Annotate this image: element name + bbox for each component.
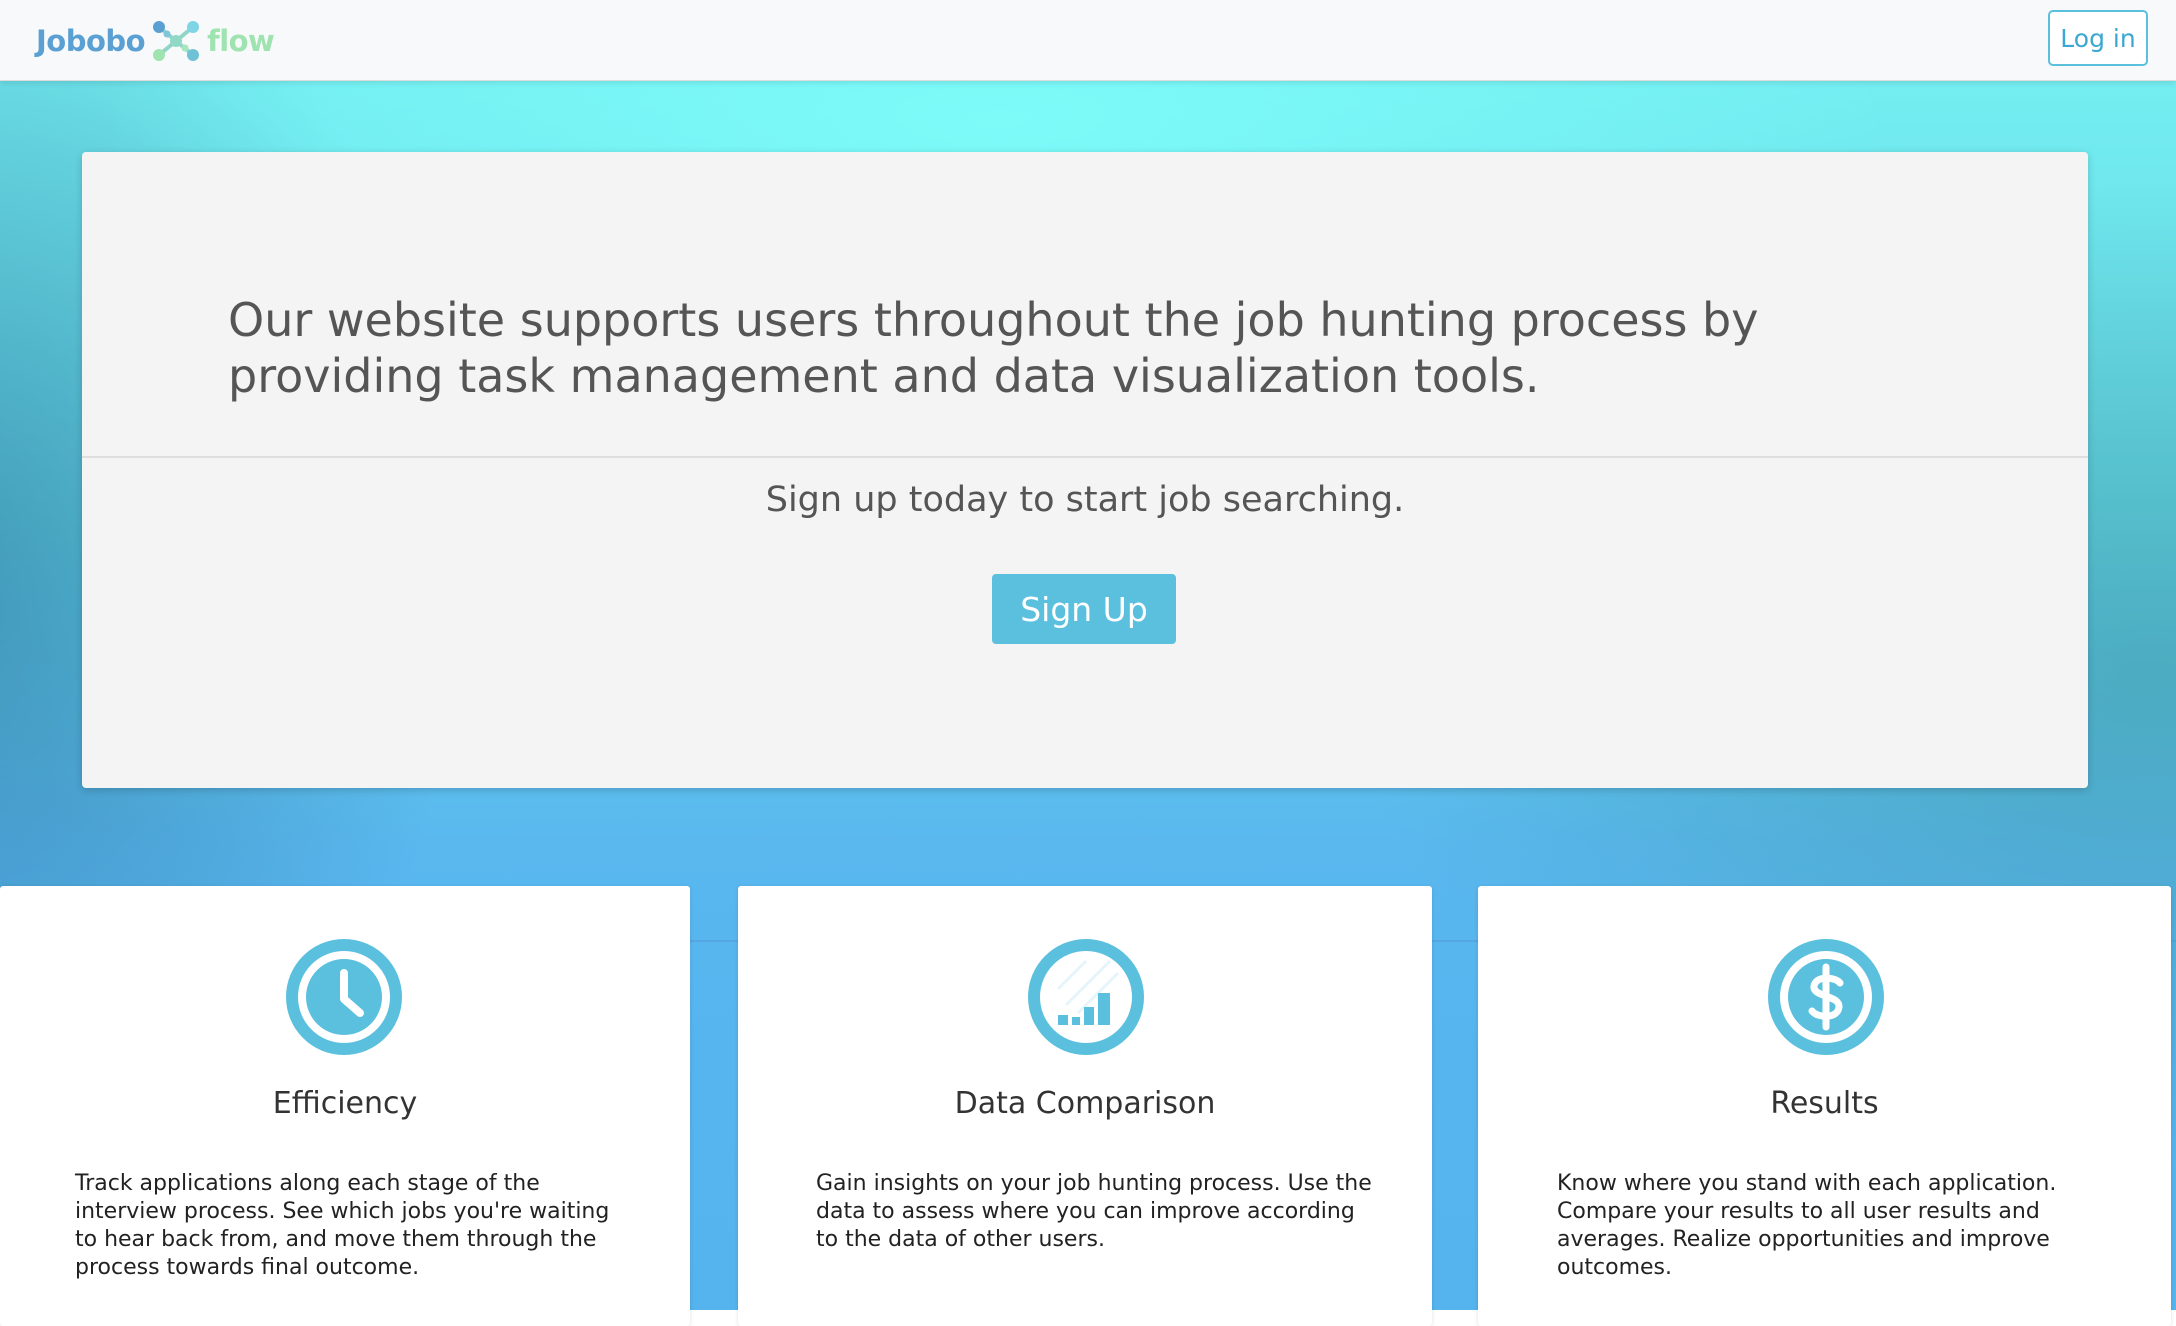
bar-chart-icon bbox=[1028, 939, 1144, 1055]
feature-title: Results bbox=[1770, 1086, 1879, 1121]
jumbotron-divider bbox=[82, 456, 2088, 458]
brand-name-right: flow bbox=[207, 24, 275, 58]
hero-lead-text: Our website supports users throughout th… bbox=[228, 293, 1759, 403]
feature-card-results: Results Know where you stand with each a… bbox=[1478, 886, 2171, 1326]
clock-icon bbox=[286, 939, 402, 1055]
feature-card-efficiency: Efficiency Track applications along each… bbox=[0, 886, 690, 1326]
feature-description: Know where you stand with each applicati… bbox=[1557, 1171, 2057, 1280]
brand-logo[interactable]: Jobobo flow bbox=[36, 19, 275, 63]
feature-description: Gain insights on your job hunting proces… bbox=[816, 1171, 1372, 1252]
feature-title: Efficiency bbox=[272, 1086, 418, 1121]
network-logo-icon bbox=[153, 21, 200, 61]
navbar: Jobobo flow Log in bbox=[0, 0, 2176, 81]
signup-button[interactable]: Sign Up bbox=[992, 574, 1176, 644]
dollar-icon bbox=[1768, 939, 1884, 1055]
feature-description: Track applications along each stage of t… bbox=[75, 1171, 610, 1280]
feature-card-data-comparison: Data Comparison Gain insights on your jo… bbox=[738, 886, 1432, 1326]
cta-text: Sign up today to start job searching. bbox=[765, 480, 1405, 520]
feature-title: Data Comparison bbox=[954, 1086, 1216, 1121]
jumbotron: Our website supports users throughout th… bbox=[82, 152, 2088, 788]
brand-name-left: Jobobo bbox=[36, 24, 146, 58]
login-button[interactable]: Log in bbox=[2048, 10, 2148, 66]
